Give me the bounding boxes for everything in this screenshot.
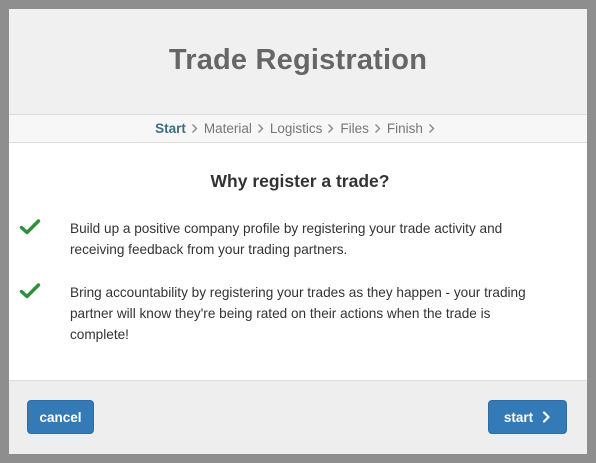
step-logistics: Logistics: [270, 121, 341, 136]
chevron-right-icon: [426, 123, 437, 134]
check-icon: [19, 282, 41, 300]
cancel-button[interactable]: cancel: [27, 400, 94, 434]
step-start: Start: [155, 121, 204, 136]
chevron-right-icon: [325, 123, 336, 134]
step-label: Logistics: [269, 121, 323, 136]
chevron-right-icon: [542, 411, 551, 423]
dialog-content: Why register a trade? Build up a positiv…: [9, 143, 587, 389]
cancel-button-label: cancel: [39, 409, 82, 425]
section-heading: Why register a trade?: [210, 171, 390, 191]
reason-item: Build up a positive company profile by r…: [9, 218, 587, 260]
step-files: Files: [340, 121, 387, 136]
start-button-label: start: [503, 409, 534, 425]
step-label: Material: [203, 121, 252, 136]
chevron-right-icon: [189, 123, 200, 134]
step-finish: Finish: [387, 121, 441, 136]
chevron-right-icon: [255, 123, 266, 134]
step-label: Files: [340, 121, 369, 136]
step-label: Start: [155, 121, 186, 136]
chevron-right-icon: [372, 123, 383, 134]
trade-registration-dialog: Trade Registration Start Material Logist…: [9, 9, 587, 454]
dialog-footer: cancel start: [9, 380, 587, 454]
reason-item: Bring accountability by registering your…: [9, 282, 587, 345]
step-label: Finish: [386, 121, 423, 136]
step-material: Material: [204, 121, 270, 136]
step-breadcrumb: Start Material Logistics Files Finish: [9, 114, 587, 143]
dialog-header: Trade Registration: [9, 9, 587, 114]
dialog-title: Trade Registration: [168, 44, 428, 76]
reason-text: Bring accountability by registering your…: [70, 285, 526, 342]
check-icon: [19, 218, 41, 236]
reason-text: Build up a positive company profile by r…: [70, 221, 503, 257]
start-button[interactable]: start: [488, 400, 567, 434]
